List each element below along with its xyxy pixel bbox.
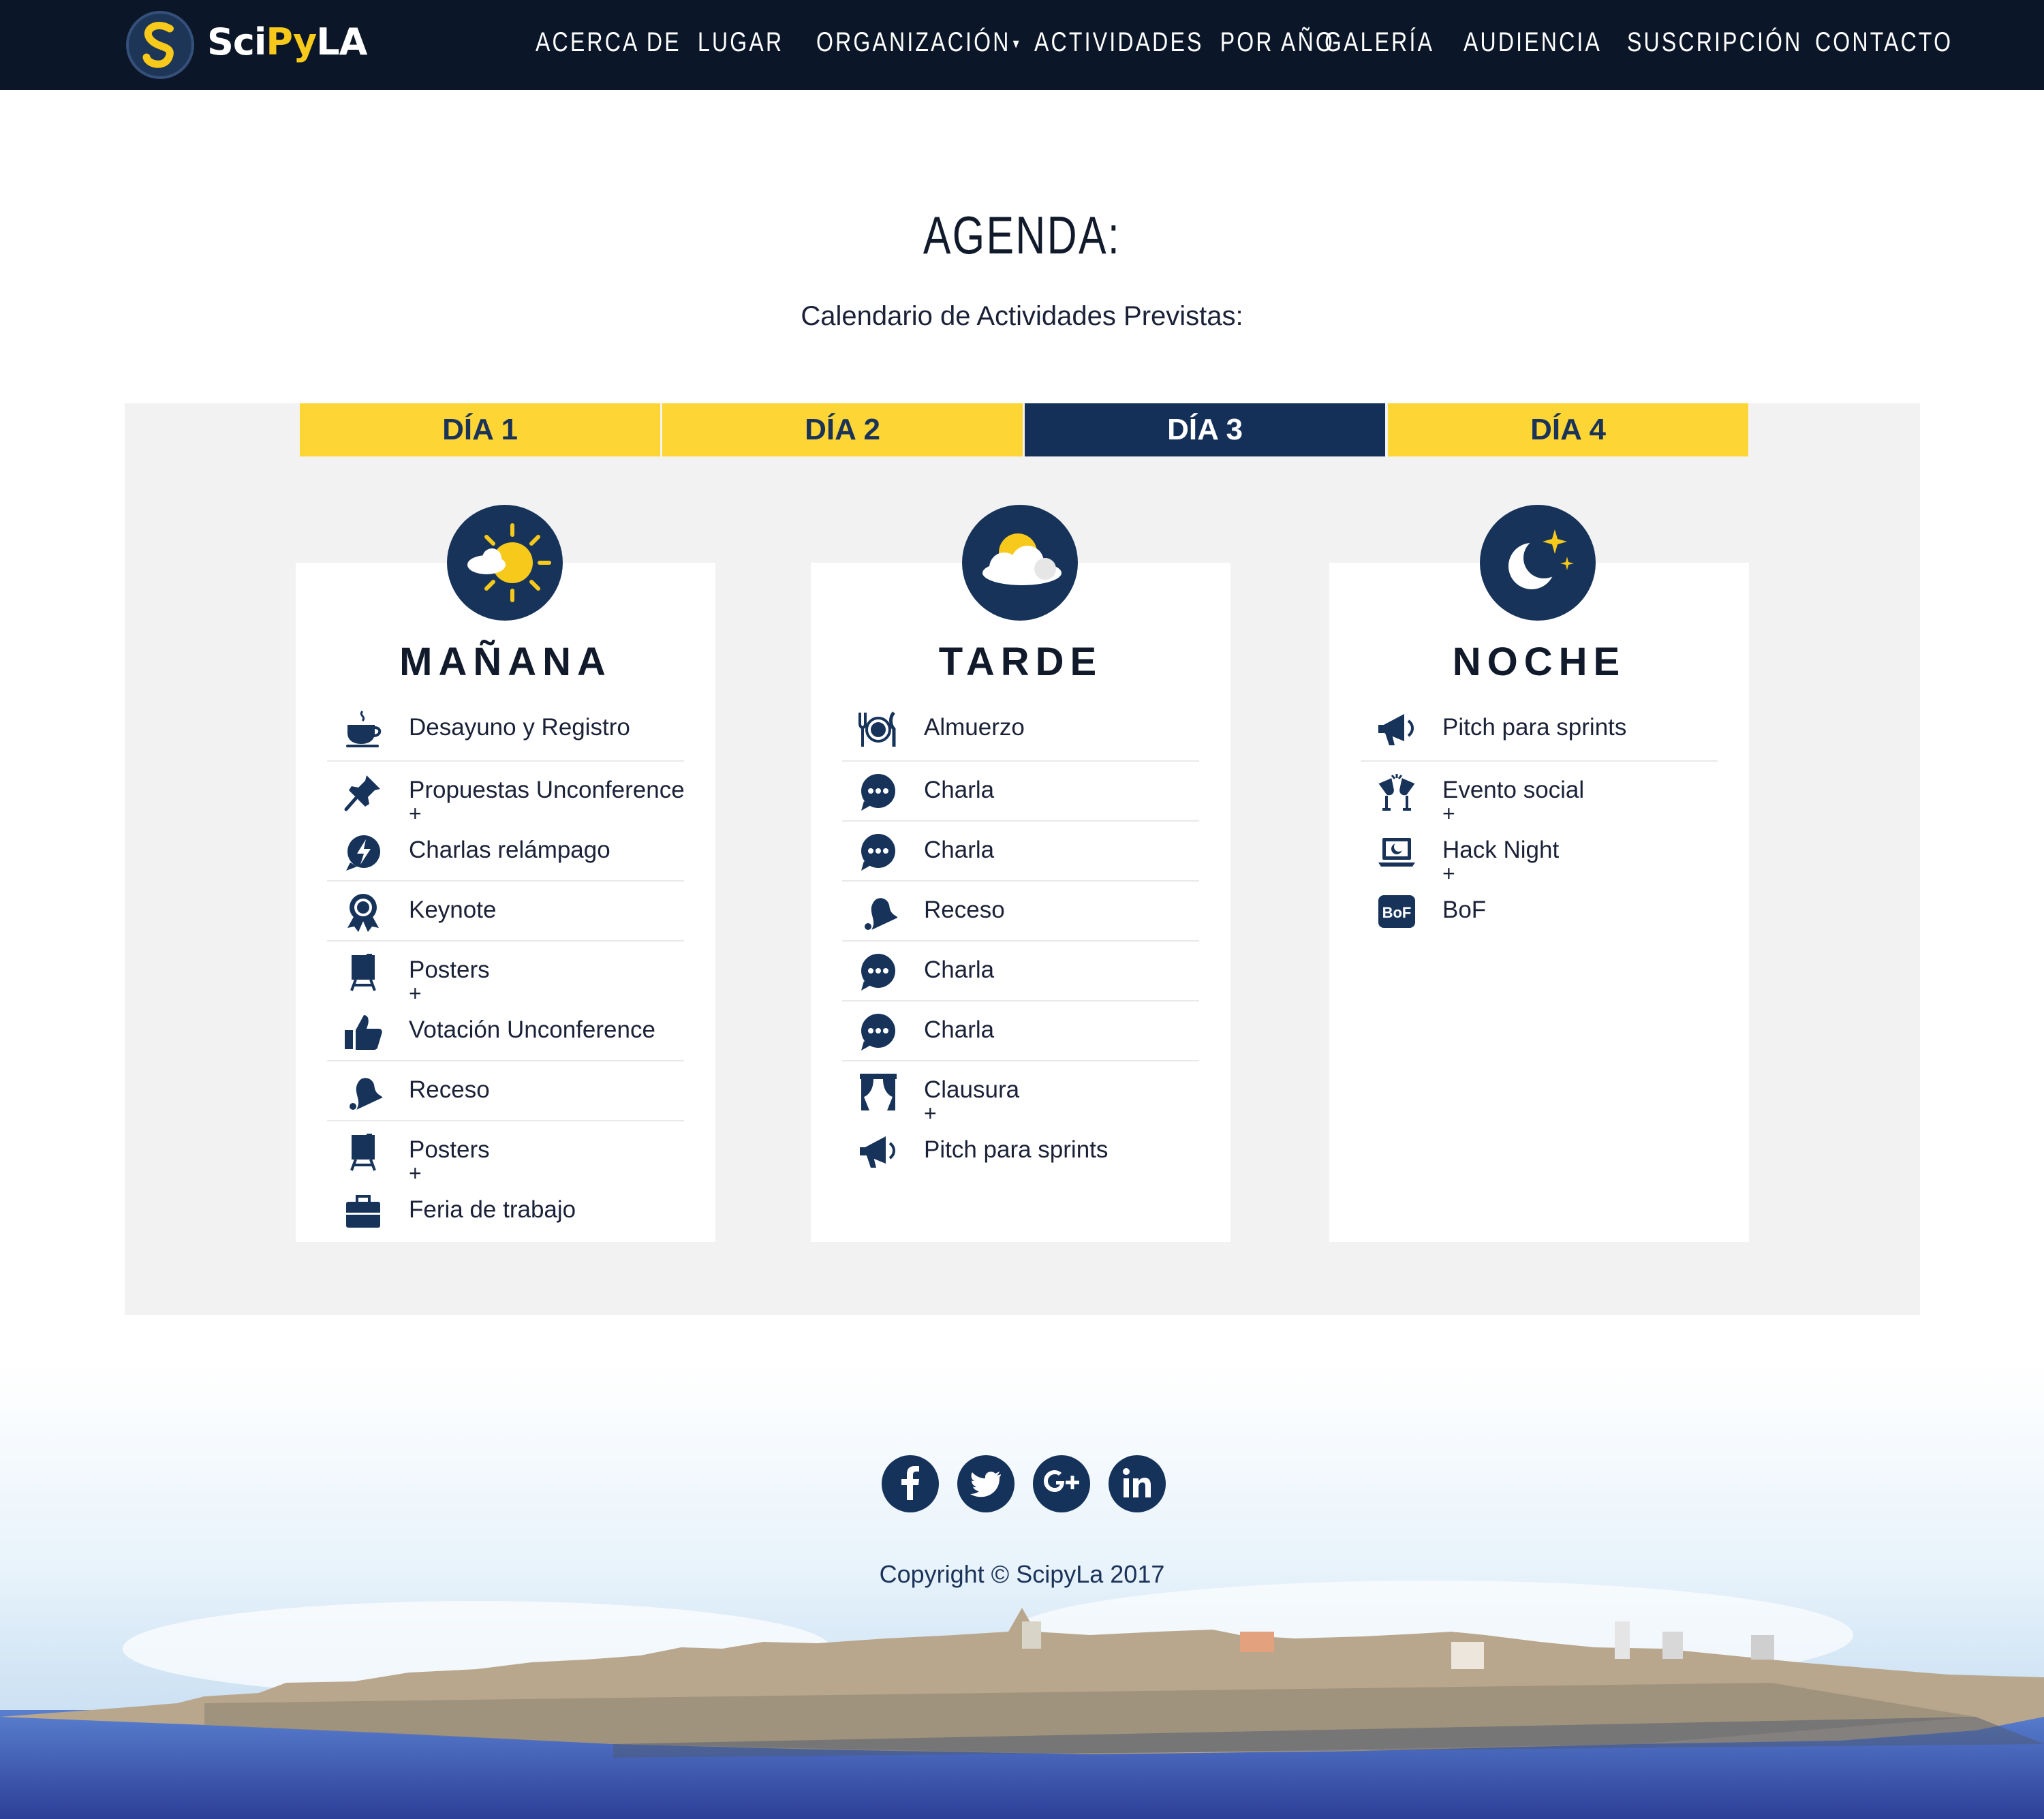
chevron-down-icon: ▾	[1012, 35, 1021, 52]
linkedin-icon[interactable]	[1109, 1455, 1166, 1512]
chat-bubble-icon	[861, 774, 895, 811]
card-title-manana: MAÑANA	[399, 640, 612, 684]
page-subtitle: Calendario de Actividades Previstas:	[801, 301, 1243, 331]
item-label: Charla	[924, 1016, 995, 1043]
cloud-sun-icon	[962, 505, 1078, 621]
list-item: Almuerzo	[842, 699, 1199, 762]
megaphone-icon	[1378, 714, 1414, 745]
page-title: AGENDA:	[923, 205, 1121, 265]
item-label: Receso	[924, 897, 1005, 923]
svg-text:BoF: BoF	[1382, 904, 1412, 921]
lightning-bubble-icon	[346, 835, 380, 871]
card-tarde: TARDE Almuerzo Charla Charla Receso Char…	[811, 563, 1230, 1242]
item-label: Pitch para sprints	[924, 1136, 1109, 1163]
nav-contacto[interactable]: CONTACTO	[1815, 27, 1953, 58]
chat-bubble-icon	[861, 834, 895, 871]
item-label: Feria de trabajo	[409, 1196, 576, 1223]
nav-lugar[interactable]: LUGAR	[698, 27, 784, 58]
pushpin-icon	[344, 775, 380, 811]
list-item: Keynote	[327, 882, 684, 942]
toast-glasses-icon	[1378, 774, 1415, 811]
item-label: Receso	[409, 1076, 490, 1103]
item-label: Propuestas Unconference	[409, 777, 685, 803]
card-noche: NOCHE Pitch para sprints Evento social +…	[1329, 563, 1749, 1242]
item-label: Clausura	[924, 1076, 1020, 1103]
twitter-icon[interactable]	[957, 1455, 1015, 1512]
brand-name-sci: Sci	[207, 20, 266, 63]
tab-dia-3[interactable]: DÍA 3	[1025, 403, 1385, 456]
list-item: Posters + Feria de trabajo	[327, 1121, 684, 1241]
megaphone-icon	[860, 1136, 895, 1168]
item-label: Posters	[409, 957, 490, 983]
item-label: BoF	[1442, 897, 1487, 923]
facebook-icon[interactable]	[882, 1455, 939, 1512]
item-label: Pitch para sprints	[1442, 714, 1627, 741]
nav-organizacion[interactable]: ORGANIZACIÓN ▾	[816, 27, 1021, 58]
list-item: Charla	[842, 822, 1199, 882]
plate-cutlery-icon	[858, 711, 896, 747]
chat-bubble-icon	[861, 1014, 895, 1051]
sun-cloud-icon	[447, 505, 563, 621]
thumbs-up-icon	[345, 1015, 382, 1050]
list-item: Receso	[842, 882, 1199, 942]
scipyla-logo-icon[interactable]	[126, 11, 194, 79]
list-item: Charla	[842, 1001, 1199, 1061]
item-label: Almuerzo	[924, 714, 1025, 741]
google-plus-icon[interactable]	[1033, 1455, 1090, 1512]
list-item: Pitch para sprints	[1361, 699, 1718, 762]
briefcase-icon	[346, 1195, 380, 1228]
item-label: Votación Unconference	[409, 1016, 655, 1043]
list-item: Charla	[842, 762, 1199, 822]
list-item: Posters + Votación Unconference	[327, 942, 684, 1061]
nav-acerca-de[interactable]: ACERCA DE	[536, 27, 681, 58]
item-label: Hack Night	[1442, 837, 1560, 863]
item-label: Charla	[924, 837, 995, 863]
item-label: Evento social	[1442, 777, 1585, 803]
nav-actividades[interactable]: ACTIVIDADES POR AÑO	[1034, 27, 1335, 58]
list-item: Receso	[327, 1061, 684, 1121]
nav-audiencia[interactable]: AUDIENCIA	[1464, 27, 1602, 58]
top-navbar: SciPyLA ACERCA DE LUGAR ORGANIZACIÓN ▾ AC…	[0, 0, 2044, 90]
brand-name[interactable]: SciPyLA	[207, 20, 367, 63]
curtains-icon	[860, 1074, 897, 1110]
chat-bubble-icon	[861, 954, 895, 991]
list-item: Clausura + Pitch para sprints	[842, 1061, 1199, 1181]
item-label: Posters	[409, 1136, 490, 1163]
havana-skyline-image	[0, 1363, 2044, 1819]
bof-badge-icon: BoF	[1378, 895, 1415, 928]
item-label: Desayuno y Registro	[409, 714, 630, 741]
easel-icon	[350, 1134, 376, 1171]
day-tabs: DÍA 1 DÍA 2 DÍA 3 DÍA 4	[300, 403, 1748, 456]
tab-dia-1[interactable]: DÍA 1	[300, 403, 660, 456]
nav-suscripcion[interactable]: SUSCRIPCIÓN	[1627, 27, 1802, 58]
item-label: Keynote	[409, 897, 497, 923]
card-title-tarde: TARDE	[938, 640, 1103, 684]
bell-icon	[865, 898, 898, 930]
card-manana: MAÑANA Desayuno y Registro Propuestas Un…	[296, 563, 715, 1242]
brand-name-py: Py	[266, 20, 317, 63]
tab-dia-4[interactable]: DÍA 4	[1388, 403, 1748, 456]
copyright-text: Copyright © ScipyLa 2017	[879, 1560, 1165, 1588]
nav-galeria[interactable]: GALERÍA	[1325, 27, 1434, 58]
list-item: Evento social + Hack Night + BoF BoF	[1361, 762, 1718, 942]
item-label: Charla	[924, 957, 995, 983]
tab-dia-2[interactable]: DÍA 2	[662, 403, 1023, 456]
bell-icon	[350, 1078, 383, 1110]
award-ribbon-icon	[347, 894, 379, 932]
laptop-moon-icon	[1378, 838, 1415, 867]
nav-organizacion-label: ORGANIZACIÓN	[816, 27, 1011, 57]
item-label: Charla	[924, 777, 995, 803]
coffee-cup-icon	[346, 710, 382, 747]
item-label: Charlas relámpago	[409, 837, 610, 863]
list-item: Charla	[842, 942, 1199, 1001]
social-links	[0, 1455, 2044, 1514]
list-item: Propuestas Unconference + Charlas relámp…	[327, 762, 685, 882]
easel-icon	[350, 954, 376, 991]
moon-stars-icon	[1480, 505, 1596, 621]
card-title-noche: NOCHE	[1452, 640, 1626, 684]
brand-name-la: LA	[316, 20, 367, 63]
list-item: Desayuno y Registro	[327, 699, 684, 762]
